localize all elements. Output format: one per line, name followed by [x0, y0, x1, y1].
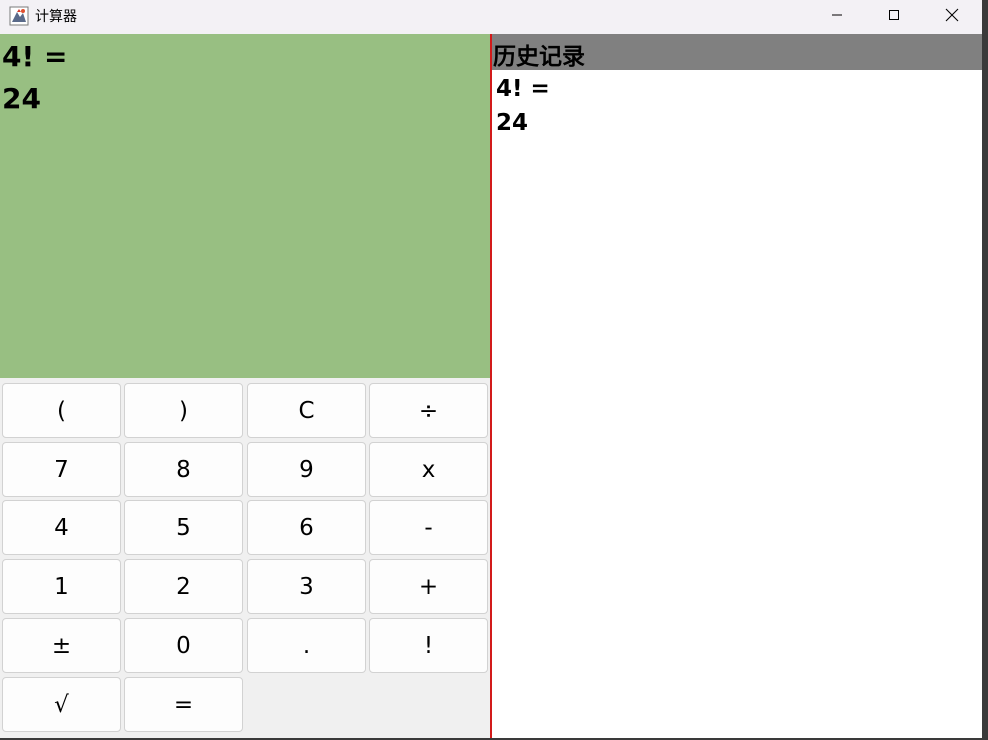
- factorial-button[interactable]: !: [369, 618, 488, 673]
- history-header: 历史记录: [492, 34, 982, 70]
- sqrt-button[interactable]: √: [2, 677, 121, 732]
- display-expression: 4! =: [2, 40, 68, 73]
- digit-5-button[interactable]: 5: [124, 500, 243, 555]
- display-result: 24: [2, 82, 41, 115]
- keypad: ( ) C ÷ 7 8 9 x 4 5 6 - 1 2 3 + ± 0 . ! …: [0, 378, 490, 738]
- digit-0-button[interactable]: 0: [124, 618, 243, 673]
- calculator-window: 计算器 4! = 24 历史记录 4! = 24 () C ÷ 7 8 9 x…: [0, 0, 982, 738]
- divide-button[interactable]: ÷: [369, 383, 488, 438]
- negate-button[interactable]: ±: [2, 618, 121, 673]
- digit-1-button[interactable]: 1: [2, 559, 121, 614]
- history-panel: 历史记录 4! = 24: [492, 34, 982, 738]
- digit-2-button[interactable]: 2: [124, 559, 243, 614]
- window-title: 计算器: [35, 9, 77, 25]
- maximize-icon: [889, 10, 899, 20]
- open-paren-button[interactable]: (: [2, 383, 121, 438]
- equals-button[interactable]: =: [124, 677, 243, 732]
- maximize-button[interactable]: [865, 0, 923, 30]
- subtract-button[interactable]: -: [369, 500, 488, 555]
- multiply-button[interactable]: x: [369, 442, 488, 497]
- clear-button[interactable]: C: [247, 383, 366, 438]
- title-bar[interactable]: 计算器: [0, 0, 982, 34]
- history-entry: 24: [496, 110, 529, 136]
- minimize-button[interactable]: [808, 0, 866, 30]
- digit-8-button[interactable]: 8: [124, 442, 243, 497]
- digit-4-button[interactable]: 4: [2, 500, 121, 555]
- close-paren-button[interactable]: ): [124, 383, 243, 438]
- digit-7-button[interactable]: 7: [2, 442, 121, 497]
- add-button[interactable]: +: [369, 559, 488, 614]
- digit-6-button[interactable]: 6: [247, 500, 366, 555]
- java-app-icon: [9, 6, 29, 26]
- minimize-icon: [832, 14, 842, 16]
- digit-9-button[interactable]: 9: [247, 442, 366, 497]
- calculator-display: 4! = 24: [0, 34, 490, 378]
- close-button[interactable]: [923, 0, 981, 30]
- decimal-button[interactable]: .: [247, 618, 366, 673]
- history-entry: 4! =: [496, 76, 550, 102]
- digit-3-button[interactable]: 3: [247, 559, 366, 614]
- history-title: 历史记录: [493, 44, 585, 70]
- close-icon: [945, 8, 959, 22]
